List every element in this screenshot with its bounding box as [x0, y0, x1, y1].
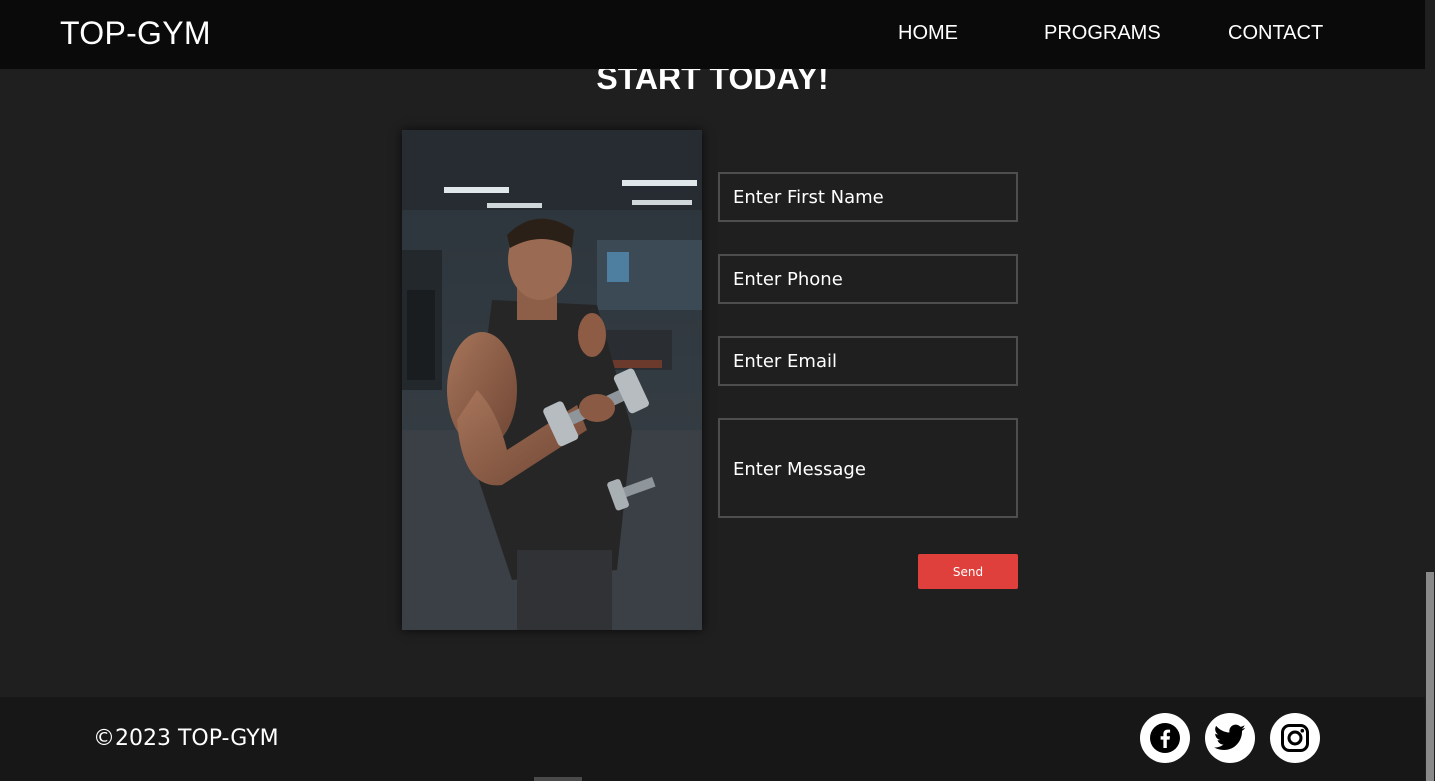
nav-link-home[interactable]: HOME [898, 22, 958, 45]
copyright-text: ©2023 TOP-GYM [93, 726, 279, 751]
nav-link-contact[interactable]: CONTACT [1228, 22, 1323, 45]
scrollbar-thumb[interactable] [1426, 572, 1434, 781]
footer: ©2023 TOP-GYM [0, 697, 1425, 781]
phone-input[interactable] [718, 254, 1018, 304]
brand-logo[interactable]: TOP-GYM [60, 15, 211, 52]
send-button[interactable]: Send [918, 554, 1018, 589]
first-name-input[interactable] [718, 172, 1018, 222]
twitter-icon[interactable] [1205, 713, 1255, 763]
bottom-handle [534, 777, 582, 781]
email-input[interactable] [718, 336, 1018, 386]
navbar: TOP-GYM HOME PROGRAMS CONTACT [0, 0, 1425, 69]
instagram-icon[interactable] [1270, 713, 1320, 763]
nav-link-programs[interactable]: PROGRAMS [1044, 22, 1161, 45]
message-textarea[interactable] [718, 418, 1018, 518]
gym-photo [402, 130, 702, 630]
facebook-icon[interactable] [1140, 713, 1190, 763]
